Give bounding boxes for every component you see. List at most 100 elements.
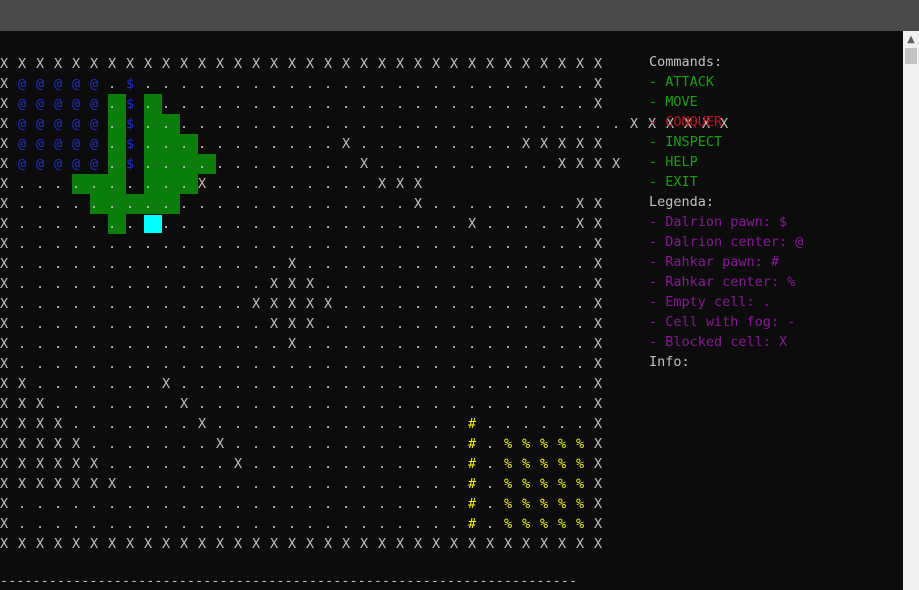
rahkar-center-cell: % xyxy=(504,516,513,532)
empty-cell: . xyxy=(108,154,126,174)
empty-cell: . xyxy=(252,416,261,432)
empty-cell: . xyxy=(234,116,243,132)
dalrion-center-cell: @ xyxy=(36,96,45,112)
blocked-cell: X xyxy=(576,156,585,172)
empty-cell: . xyxy=(414,396,423,412)
empty-cell: . xyxy=(288,436,297,452)
rahkar-center-cell: % xyxy=(522,456,531,472)
empty-cell: . xyxy=(90,376,99,392)
empty-cell: . xyxy=(108,296,117,312)
empty-cell: . xyxy=(324,236,333,252)
empty-cell: . xyxy=(144,114,162,134)
empty-cell: . xyxy=(216,476,225,492)
empty-cell: . xyxy=(288,236,297,252)
empty-cell: . xyxy=(288,496,297,512)
empty-cell: . xyxy=(486,196,495,212)
scroll-up-arrow-icon[interactable]: ▲ xyxy=(903,31,919,48)
empty-cell: . xyxy=(144,194,162,214)
blocked-cell: X xyxy=(18,376,27,392)
empty-cell: . xyxy=(72,396,81,412)
empty-cell: . xyxy=(234,176,243,192)
blocked-cell: X xyxy=(0,356,9,372)
dalrion-pawn-cell: $ xyxy=(126,76,135,92)
blocked-cell: X xyxy=(18,436,27,452)
empty-cell: . xyxy=(126,336,135,352)
empty-cell: . xyxy=(306,116,315,132)
blocked-cell: X xyxy=(0,156,9,172)
empty-cell: . xyxy=(522,296,531,312)
vertical-scrollbar[interactable]: ▲ xyxy=(903,31,919,590)
empty-cell: . xyxy=(342,496,351,512)
board-row: X......................... #.%%%%% X xyxy=(0,514,738,534)
empty-cell: . xyxy=(216,216,225,232)
dalrion-center-cell: @ xyxy=(54,76,63,92)
blocked-cell: X xyxy=(576,136,585,152)
empty-cell: . xyxy=(162,396,171,412)
empty-cell: . xyxy=(18,296,27,312)
blocked-cell: X xyxy=(126,536,135,552)
blocked-cell: X xyxy=(54,456,63,472)
empty-cell: . xyxy=(18,276,27,292)
empty-cell: . xyxy=(54,256,63,272)
blocked-cell: X xyxy=(378,536,387,552)
empty-cell: . xyxy=(558,356,567,372)
rahkar-center-cell: % xyxy=(504,436,513,452)
rahkar-center-cell: % xyxy=(522,436,531,452)
blocked-cell: X xyxy=(594,276,603,292)
empty-cell: . xyxy=(180,356,189,372)
empty-cell: . xyxy=(180,336,189,352)
empty-cell: . xyxy=(540,356,549,372)
empty-cell: . xyxy=(126,496,135,512)
board-row: X..............XXX...............X xyxy=(0,274,738,294)
empty-cell: . xyxy=(450,216,459,232)
dalrion-pawn-cell: $ xyxy=(126,116,135,132)
empty-cell: . xyxy=(396,396,405,412)
blocked-cell: X xyxy=(0,416,9,432)
empty-cell: . xyxy=(414,76,423,92)
empty-cell: . xyxy=(162,96,171,112)
blocked-cell: X xyxy=(18,396,27,412)
empty-cell: . xyxy=(198,516,207,532)
empty-cell: . xyxy=(396,356,405,372)
blocked-cell: X xyxy=(54,476,63,492)
empty-cell: . xyxy=(198,336,207,352)
empty-cell: . xyxy=(198,496,207,512)
empty-cell: . xyxy=(540,236,549,252)
empty-cell: . xyxy=(306,236,315,252)
blocked-cell: X xyxy=(252,536,261,552)
window-titlebar[interactable] xyxy=(0,0,919,31)
empty-cell: . xyxy=(594,116,603,132)
empty-cell: . xyxy=(108,496,117,512)
scroll-thumb[interactable] xyxy=(905,48,917,64)
empty-cell: . xyxy=(90,316,99,332)
board-row: XXX.......X......................X xyxy=(0,394,738,414)
empty-cell: . xyxy=(522,96,531,112)
blocked-cell: X xyxy=(0,276,9,292)
empty-cell: . xyxy=(486,96,495,112)
blocked-cell: X xyxy=(288,316,297,332)
empty-cell: . xyxy=(270,216,279,232)
empty-cell: . xyxy=(378,216,387,232)
empty-cell: . xyxy=(396,416,405,432)
empty-cell: . xyxy=(378,456,387,472)
empty-cell: . xyxy=(558,216,567,232)
empty-cell: . xyxy=(324,156,333,172)
empty-cell: . xyxy=(180,236,189,252)
empty-cell: . xyxy=(576,76,585,92)
empty-cell: . xyxy=(144,94,162,114)
blocked-cell: X xyxy=(270,316,279,332)
empty-cell: . xyxy=(126,436,135,452)
empty-cell: . xyxy=(378,516,387,532)
empty-cell: . xyxy=(486,476,495,492)
empty-cell: . xyxy=(18,496,27,512)
blocked-cell: X xyxy=(72,56,81,72)
empty-cell: . xyxy=(306,76,315,92)
blocked-cell: X xyxy=(306,276,315,292)
blocked-cell: X xyxy=(594,396,603,412)
empty-cell: . xyxy=(180,516,189,532)
empty-cell: . xyxy=(126,416,135,432)
empty-cell: . xyxy=(108,214,126,234)
empty-cell: . xyxy=(126,476,135,492)
board-row: X @ @ @ @ @. $............ X.......... X X X X xyxy=(0,154,738,174)
blocked-cell: X xyxy=(90,456,99,472)
